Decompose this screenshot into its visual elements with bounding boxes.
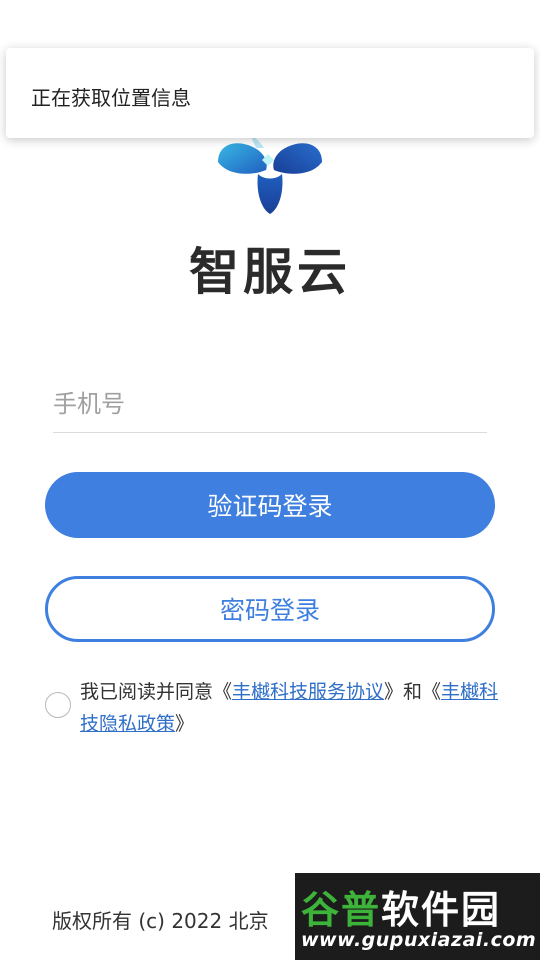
watermark-url: www.gupuxiazai.com	[301, 929, 537, 951]
agreement-checkbox[interactable]	[45, 692, 71, 718]
copyright-text: 版权所有 (c) 2022 北京	[52, 909, 269, 933]
login-screen: 正在获取位置信息 智服云 验证码登录 密码登录	[0, 0, 540, 960]
watermark-title: 谷普软件园	[301, 879, 501, 934]
password-login-label: 密码登录	[219, 596, 320, 625]
sms-login-label: 验证码登录	[207, 492, 333, 521]
site-watermark: 谷普软件园 www.gupuxiazai.com	[295, 873, 540, 960]
location-toast: 正在获取位置信息	[6, 48, 534, 138]
brand-name: 智服云	[189, 242, 351, 301]
watermark-title-a: 谷普	[301, 888, 382, 932]
sms-login-button[interactable]: 验证码登录	[45, 472, 495, 538]
watermark-title-b: 软件园	[381, 888, 502, 932]
agreement-text: 我已阅读并同意《丰樾科技服务协议》和《丰樾科技隐私政策》	[80, 676, 500, 740]
toast-message: 正在获取位置信息	[31, 86, 191, 110]
agreement-middle: 》和《	[384, 681, 442, 703]
agreement-suffix: 》	[175, 713, 195, 735]
phone-input[interactable]	[53, 376, 487, 433]
service-agreement-link[interactable]: 丰樾科技服务协议	[232, 681, 384, 703]
password-login-button[interactable]: 密码登录	[45, 576, 495, 642]
agreement-prefix: 我已阅读并同意《	[80, 681, 233, 703]
